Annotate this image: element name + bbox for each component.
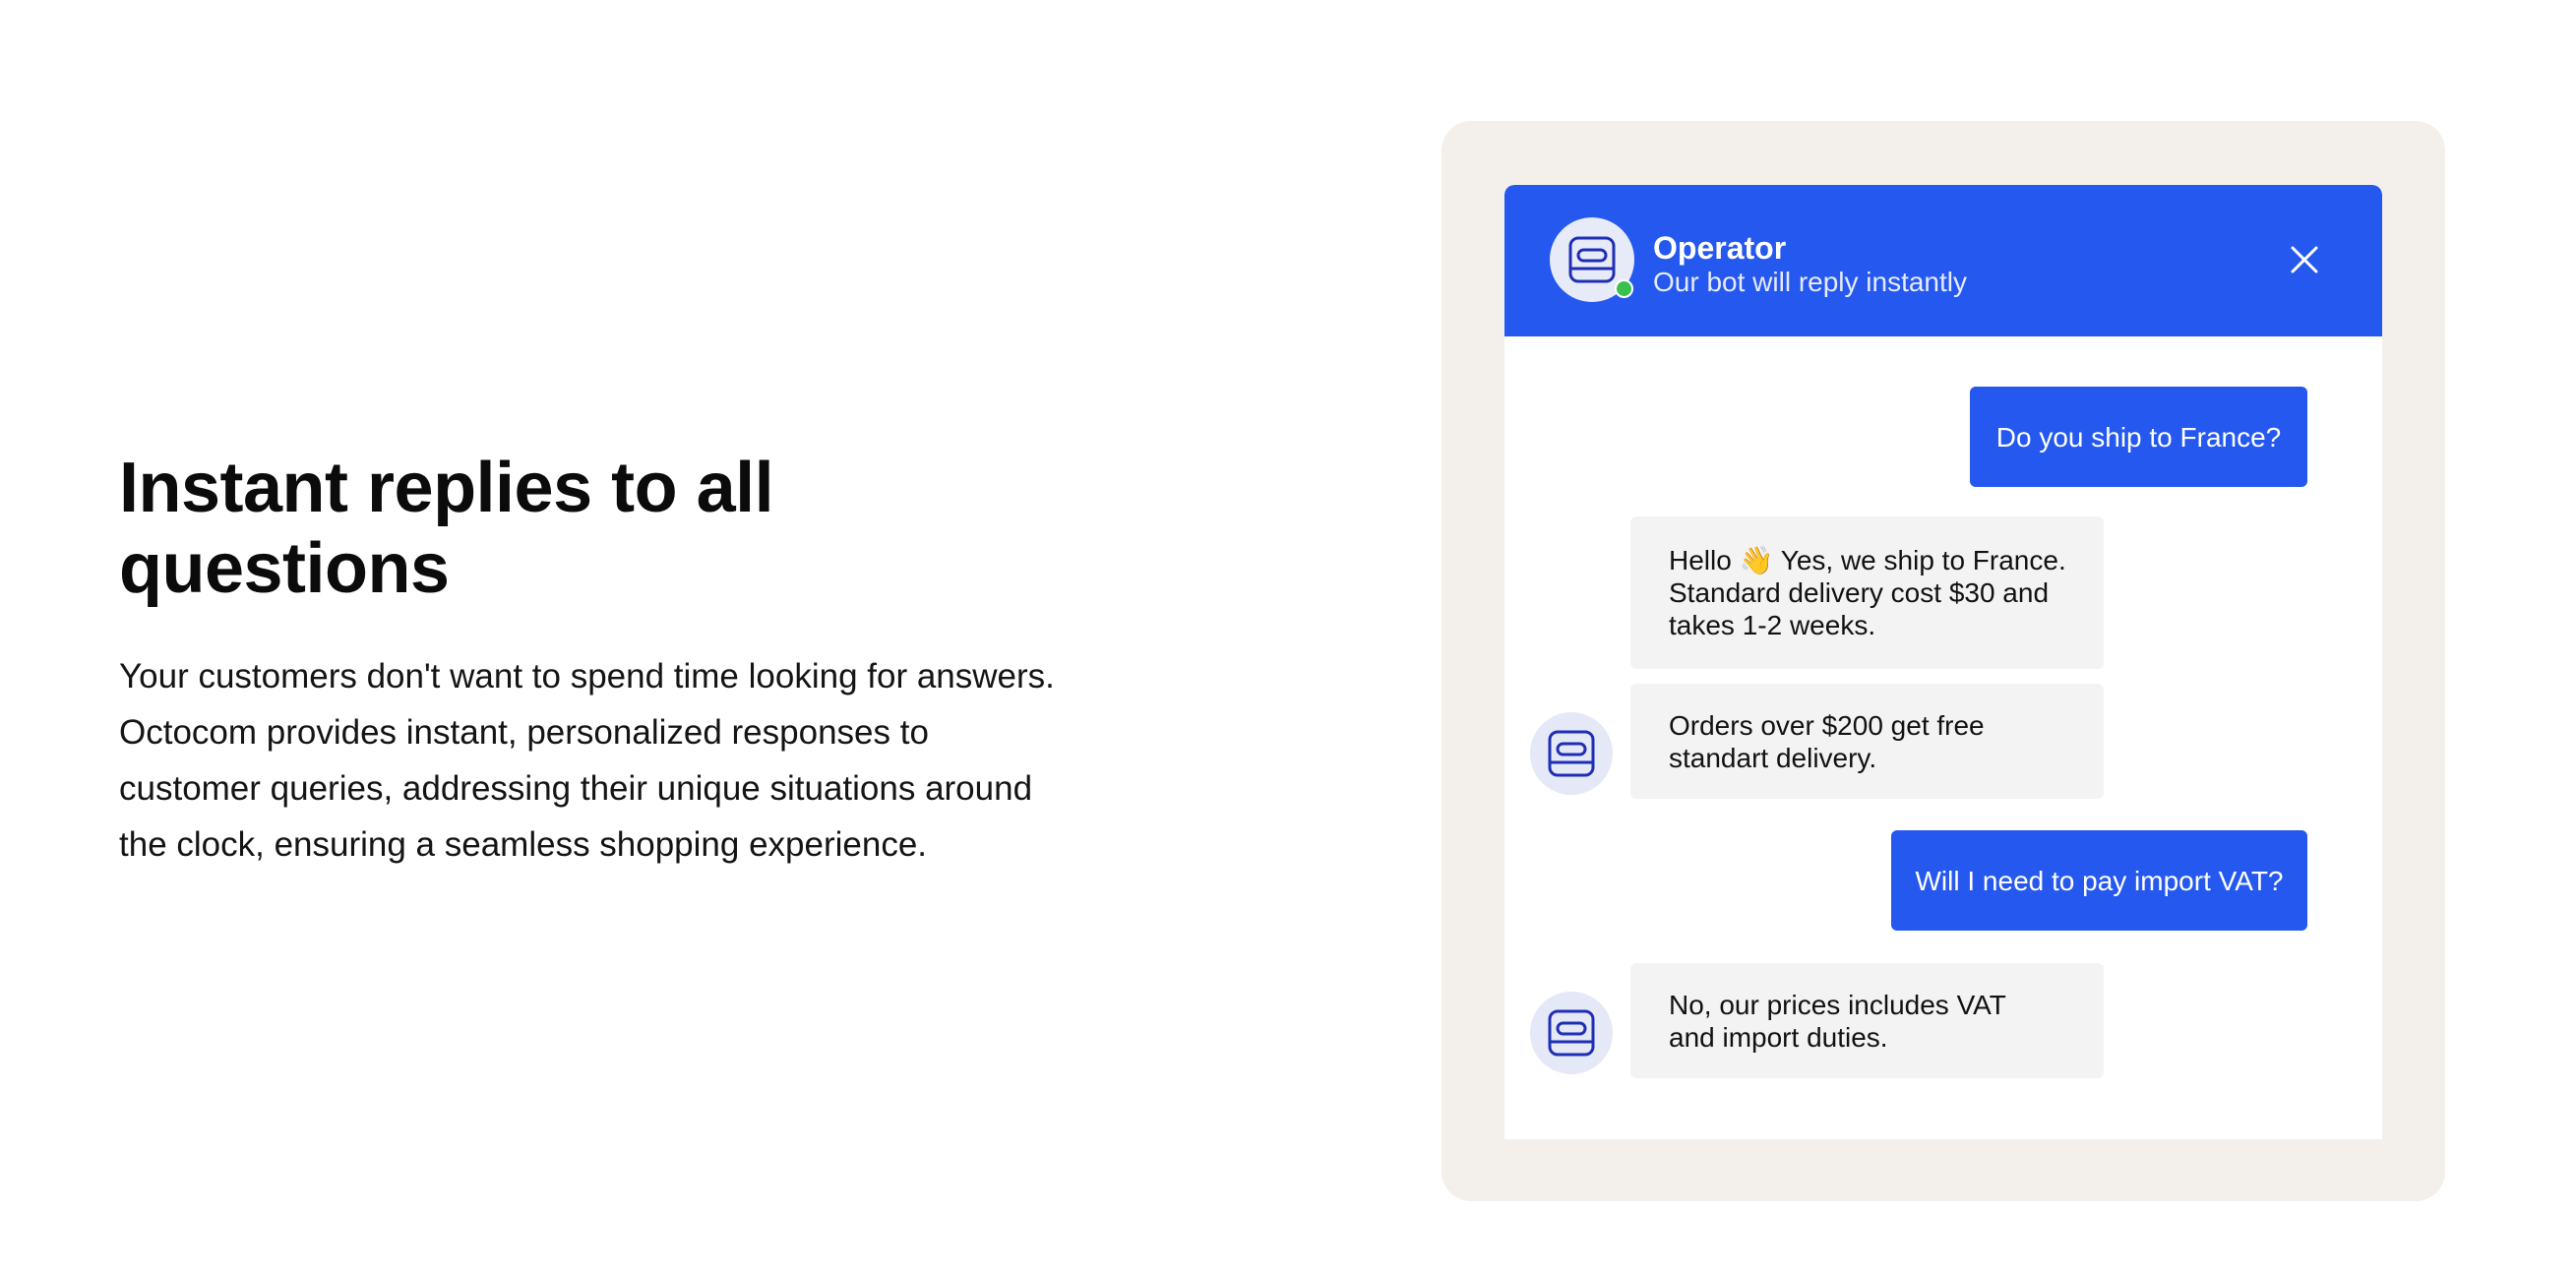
close-icon bbox=[2291, 246, 2318, 273]
message-text: No, our prices includes VAT bbox=[1669, 989, 2006, 1020]
chat-widget: Operator Our bot will reply instantly Do… bbox=[1504, 185, 2382, 1139]
bot-avatar bbox=[1530, 712, 1613, 795]
online-status-dot bbox=[1615, 279, 1633, 298]
chat-mockup-frame: Operator Our bot will reply instantly Do… bbox=[1441, 121, 2445, 1201]
hero-headline: Instant replies to all questions bbox=[119, 448, 1162, 609]
message-text: takes 1-2 weeks. bbox=[1669, 610, 1876, 640]
bot-avatar bbox=[1530, 992, 1613, 1074]
close-button[interactable] bbox=[2285, 240, 2324, 279]
hero-description-line: customer queries, addressing their uniqu… bbox=[119, 769, 1033, 808]
bot-icon bbox=[1568, 236, 1616, 283]
user-message: Will I need to pay import VAT? bbox=[1891, 830, 2307, 931]
hero-description-line: Octocom provides instant, personalized r… bbox=[119, 713, 929, 752]
message-text: Do you ship to France? bbox=[1995, 421, 2282, 453]
operator-name: Operator bbox=[1653, 230, 1787, 266]
bot-message: Hello 👋 Yes, we ship to France. Standard… bbox=[1630, 516, 2104, 669]
bot-message: No, our prices includes VAT and import d… bbox=[1630, 963, 2104, 1078]
message-text: Will I need to pay import VAT? bbox=[1915, 865, 2284, 896]
user-message: Do you ship to France? bbox=[1970, 387, 2307, 487]
hero-headline-line: Instant replies to all bbox=[119, 449, 774, 527]
hero-copy: Instant replies to all questions Your cu… bbox=[119, 448, 1162, 873]
bot-icon bbox=[1548, 1009, 1595, 1057]
message-text: standart delivery. bbox=[1669, 742, 1877, 773]
hero-description-line: Your customers don't want to spend time … bbox=[119, 657, 1055, 696]
operator-avatar bbox=[1550, 217, 1634, 302]
chat-header: Operator Our bot will reply instantly bbox=[1504, 185, 2382, 336]
bot-icon bbox=[1548, 730, 1595, 777]
hero-description: Your customers don't want to spend time … bbox=[119, 648, 1162, 873]
hero-description-line: the clock, ensuring a seamless shopping … bbox=[119, 825, 928, 864]
message-text: and import duties. bbox=[1669, 1021, 1888, 1053]
bot-message: Orders over $200 get free standart deliv… bbox=[1630, 684, 2104, 799]
message-text: Orders over $200 get free bbox=[1669, 709, 1985, 741]
operator-subtitle: Our bot will reply instantly bbox=[1653, 267, 1968, 297]
message-text: Standard delivery cost $30 and bbox=[1669, 577, 2050, 608]
hero-headline-line: questions bbox=[119, 529, 450, 608]
message-text: Hello 👋 Yes, we ship to France. bbox=[1669, 545, 2066, 575]
page: Instant replies to all questions Your cu… bbox=[0, 0, 2576, 1271]
